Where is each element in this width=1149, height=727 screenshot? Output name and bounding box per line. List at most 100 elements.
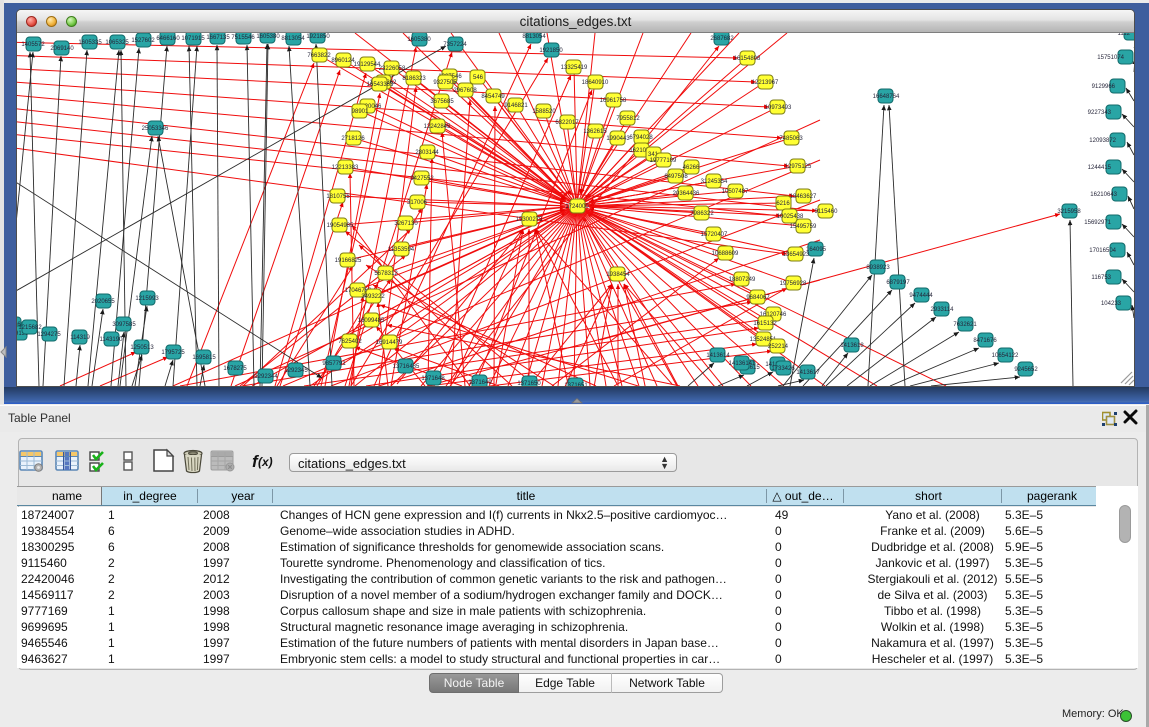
svg-text:104233: 104233 (1101, 301, 1122, 307)
svg-text:9327505: 9327505 (433, 80, 457, 86)
svg-text:19777109: 19777109 (650, 158, 677, 164)
svg-text:46266: 46266 (683, 165, 700, 171)
svg-text:14136141: 14136141 (729, 361, 756, 367)
svg-text:2020655: 2020655 (91, 299, 115, 305)
svg-text:1294275: 1294275 (37, 332, 61, 338)
svg-text:1371648: 1371648 (421, 376, 445, 382)
svg-text:3675685: 3675685 (430, 99, 454, 105)
svg-text:2967608: 2967608 (453, 88, 477, 94)
svg-text:18640910: 18640910 (582, 80, 609, 86)
svg-text:9857791: 9857791 (322, 361, 346, 367)
svg-text:3267130: 3267130 (394, 221, 418, 227)
svg-text:10973493: 10973493 (765, 105, 792, 111)
svg-text:13716485: 13716485 (393, 364, 420, 370)
svg-text:19054985: 19054985 (327, 223, 354, 229)
svg-text:15692971: 15692971 (1084, 220, 1111, 226)
svg-text:8813054: 8813054 (281, 36, 305, 42)
svg-text:1938454: 1938454 (606, 272, 630, 278)
svg-text:18463627: 18463627 (790, 194, 817, 200)
svg-text:9245652: 9245652 (1014, 367, 1038, 373)
svg-text:12975125: 12975125 (785, 164, 812, 170)
svg-text:1921850: 1921850 (306, 34, 330, 40)
svg-text:1527602: 1527602 (131, 38, 155, 44)
svg-text:1990443: 1990443 (606, 136, 630, 142)
svg-text:5678312: 5678312 (374, 271, 398, 277)
svg-text:252214: 252214 (768, 344, 789, 350)
svg-text:1250513: 1250513 (130, 345, 154, 351)
svg-text:19166825: 19166825 (335, 258, 362, 264)
svg-text:8471676: 8471676 (973, 338, 997, 344)
svg-text:20364436: 20364436 (673, 191, 700, 197)
svg-text:6322017: 6322017 (555, 120, 579, 126)
svg-text:7632621: 7632621 (953, 322, 977, 328)
svg-text:1921850: 1921850 (539, 48, 563, 54)
svg-text:1244415: 1244415 (1088, 165, 1112, 171)
svg-text:6794028: 6794028 (629, 135, 653, 141)
svg-text:13654923: 13654923 (783, 252, 810, 258)
svg-text:317006: 317006 (407, 200, 428, 206)
svg-text:2933114: 2933114 (931, 307, 955, 313)
svg-text:6879197: 6879197 (886, 280, 910, 286)
svg-text:10654122: 10654122 (992, 353, 1019, 359)
svg-text:12213967: 12213967 (752, 80, 779, 86)
svg-text:1292345: 1292345 (284, 368, 308, 374)
svg-text:6497508: 6497508 (664, 174, 688, 180)
svg-text:3097585: 3097585 (112, 322, 136, 328)
svg-text:98901: 98901 (352, 109, 369, 115)
svg-text:7515546: 7515546 (231, 35, 255, 41)
svg-text:3493222: 3493222 (361, 294, 385, 300)
svg-text:12213383: 12213383 (332, 165, 359, 171)
svg-text:7663822: 7663822 (307, 53, 331, 59)
svg-text:2687682: 2687682 (710, 36, 734, 42)
svg-text:8454749: 8454749 (481, 94, 505, 100)
svg-text:16210643: 16210643 (1090, 192, 1117, 198)
svg-text:25053346: 25053346 (142, 126, 169, 132)
svg-text:6216: 6216 (776, 201, 790, 207)
svg-text:6466160: 6466160 (156, 36, 180, 42)
svg-text:7485063: 7485063 (779, 136, 803, 142)
svg-text:9684067: 9684067 (746, 295, 770, 301)
svg-text:1413618: 1413618 (840, 343, 864, 349)
svg-text:114319: 114319 (70, 335, 90, 341)
svg-text:16914479: 16914479 (376, 340, 403, 346)
svg-text:16961758: 16961758 (600, 98, 627, 104)
svg-text:1362615: 1362615 (583, 129, 607, 135)
svg-text:116753: 116753 (1091, 275, 1111, 281)
svg-text:2069140: 2069140 (50, 46, 74, 52)
svg-text:1413614: 1413614 (706, 353, 730, 359)
svg-text:1588520: 1588520 (532, 109, 556, 115)
svg-text:1071915: 1071915 (181, 36, 205, 42)
svg-text:1112: 1112 (1118, 33, 1131, 37)
svg-text:16099485: 16099485 (358, 318, 385, 324)
svg-text:2718126: 2718126 (341, 136, 365, 142)
svg-text:17016504: 17016504 (1089, 248, 1116, 254)
svg-text:1413617: 1413617 (796, 370, 820, 376)
svg-text:1733426: 1733426 (771, 366, 795, 372)
svg-text:31245354: 31245354 (701, 179, 728, 185)
svg-text:2803144: 2803144 (415, 150, 439, 156)
svg-text:10507487: 10507487 (722, 189, 749, 195)
svg-text:7357224: 7357224 (443, 42, 467, 48)
svg-text:1405572: 1405572 (21, 42, 45, 48)
svg-text:10688609: 10688609 (712, 251, 739, 257)
svg-text:12242845: 12242845 (424, 124, 451, 130)
svg-text:1795725: 1795725 (161, 350, 185, 356)
svg-text:8960124: 8960124 (331, 58, 355, 64)
svg-text:19756928: 19756928 (780, 281, 807, 287)
svg-text:1810755: 1810755 (326, 194, 350, 200)
svg-text:9115460: 9115460 (815, 209, 839, 215)
svg-text:11353594: 11353594 (388, 247, 415, 253)
svg-text:1615132: 1615132 (753, 321, 777, 327)
svg-text:1695815: 1695815 (192, 355, 216, 361)
svg-text:23226058: 23226058 (379, 66, 406, 72)
svg-text:8186323: 8186323 (402, 76, 426, 82)
svg-text:1065325: 1065325 (105, 40, 129, 46)
svg-text:1215682: 1215682 (18, 325, 42, 331)
svg-text:16543363: 16543363 (367, 82, 394, 88)
svg-text:1215993: 1215993 (135, 296, 159, 302)
svg-text:12093872: 12093872 (1089, 138, 1116, 144)
svg-text:9227343: 9227343 (1088, 110, 1112, 116)
svg-text:1605380: 1605380 (407, 37, 431, 43)
svg-text:1667135: 1667135 (206, 35, 230, 41)
svg-text:7955812: 7955812 (616, 116, 640, 122)
